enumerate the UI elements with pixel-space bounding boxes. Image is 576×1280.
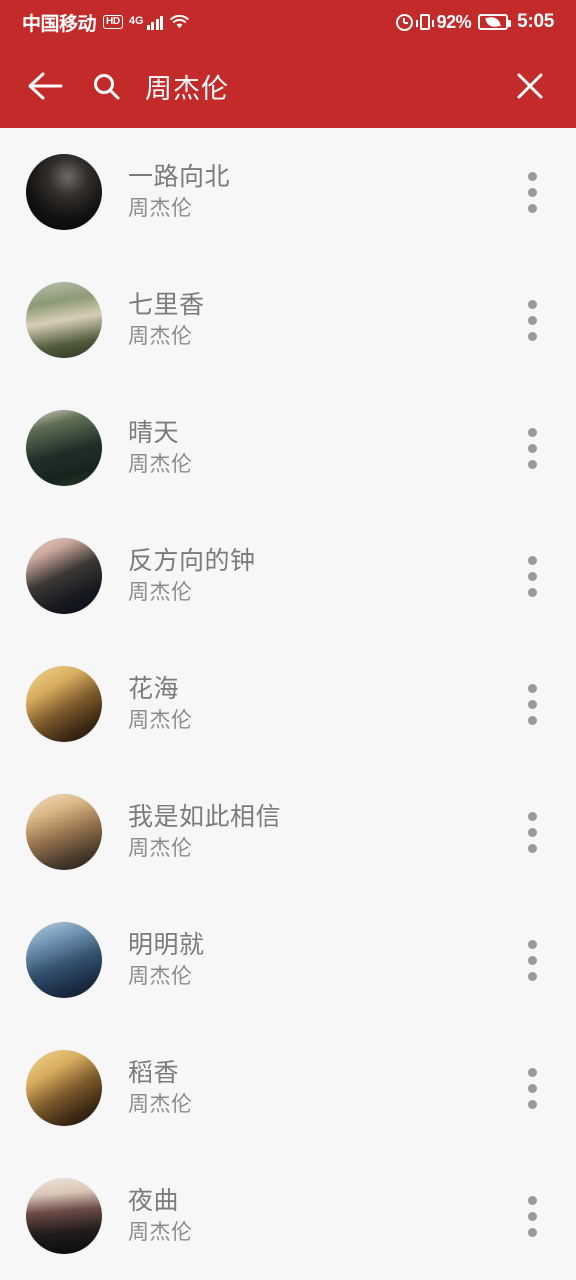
song-result-row[interactable]: 一路向北 周杰伦: [0, 128, 576, 256]
album-cover-image: [26, 794, 102, 870]
song-artist: 周杰伦: [128, 197, 193, 220]
alarm-clock-icon: [395, 13, 413, 31]
song-artist: 周杰伦: [128, 837, 193, 860]
more-options-icon[interactable]: [508, 930, 556, 990]
song-title: 晴天: [128, 419, 180, 447]
search-icon: [94, 73, 120, 99]
back-arrow-icon: [28, 72, 63, 100]
song-meta: 反方向的钟 周杰伦: [128, 546, 508, 606]
song-meta: 晴天 周杰伦: [128, 418, 508, 478]
more-options-icon[interactable]: [508, 1186, 556, 1246]
song-title: 夜曲: [128, 1187, 180, 1215]
song-meta: 夜曲 周杰伦: [128, 1186, 508, 1246]
song-result-row[interactable]: 夜曲 周杰伦: [0, 1152, 576, 1280]
more-options-icon[interactable]: [508, 1058, 556, 1118]
album-cover-image: [26, 1178, 102, 1254]
song-meta: 一路向北 周杰伦: [128, 162, 508, 222]
status-bar-right: 92% 5:05: [395, 11, 554, 33]
search-app-bar: 周杰伦: [0, 44, 576, 128]
battery-percent-label: 92%: [436, 11, 472, 32]
album-cover-image: [26, 1050, 102, 1126]
song-meta: 稻香 周杰伦: [128, 1058, 508, 1118]
battery-saver-icon: [478, 14, 512, 30]
network-type-label: 4G: [128, 14, 144, 27]
song-title: 反方向的钟: [128, 547, 256, 575]
back-button[interactable]: [14, 54, 78, 118]
song-result-row[interactable]: 晴天 周杰伦: [0, 384, 576, 512]
more-options-icon[interactable]: [508, 162, 556, 222]
song-artist: 周杰伦: [128, 965, 193, 988]
more-options-icon[interactable]: [508, 418, 556, 478]
song-meta: 我是如此相信 周杰伦: [128, 802, 508, 862]
album-cover-image: [26, 410, 102, 486]
carrier-label: 中国移动: [22, 13, 97, 35]
song-meta: 花海 周杰伦: [128, 674, 508, 734]
search-results-list[interactable]: 一路向北 周杰伦 七里香 周杰伦 晴天 周杰伦 反方向的钟 周杰伦 花海 周杰伦 我是如此相信 周杰伦…: [0, 128, 576, 1280]
more-options-icon[interactable]: [508, 546, 556, 606]
song-title: 七里香: [128, 291, 205, 319]
clock-label: 5:05: [517, 11, 554, 32]
song-artist: 周杰伦: [128, 581, 193, 604]
song-artist: 周杰伦: [128, 1221, 193, 1244]
search-query-text: 周杰伦: [145, 73, 229, 104]
song-result-row[interactable]: 我是如此相信 周杰伦: [0, 768, 576, 896]
album-cover-image: [26, 666, 102, 742]
album-cover-image: [26, 538, 102, 614]
more-options-icon[interactable]: [508, 290, 556, 350]
song-title: 花海: [128, 675, 180, 703]
search-field[interactable]: 周杰伦: [92, 67, 498, 106]
wifi-icon: [170, 14, 189, 30]
status-bar-left: 中国移动 HD 4G: [22, 9, 189, 36]
signal-bars-icon: [146, 15, 164, 30]
song-result-row[interactable]: 花海 周杰伦: [0, 640, 576, 768]
status-bar: 中国移动 HD 4G 92% 5:05: [0, 0, 576, 44]
song-result-row[interactable]: 明明就 周杰伦: [0, 896, 576, 1024]
album-cover-image: [26, 154, 102, 230]
song-title: 我是如此相信: [128, 803, 282, 831]
close-icon: [517, 73, 543, 99]
album-cover-image: [26, 282, 102, 358]
song-title: 明明就: [128, 931, 205, 959]
song-meta: 明明就 周杰伦: [128, 930, 508, 990]
song-artist: 周杰伦: [128, 325, 193, 348]
song-artist: 周杰伦: [128, 453, 193, 476]
song-title: 一路向北: [128, 163, 231, 191]
more-options-icon[interactable]: [508, 802, 556, 862]
song-result-row[interactable]: 稻香 周杰伦: [0, 1024, 576, 1152]
song-meta: 七里香 周杰伦: [128, 290, 508, 350]
song-result-row[interactable]: 七里香 周杰伦: [0, 256, 576, 384]
song-artist: 周杰伦: [128, 709, 193, 732]
song-title: 稻香: [128, 1059, 180, 1087]
more-options-icon[interactable]: [508, 674, 556, 734]
vibrate-icon: [415, 14, 434, 30]
app-screen: 中国移动 HD 4G 92% 5:05 周杰伦 一路向北 周杰伦 七里香 周杰伦…: [0, 0, 576, 1280]
album-cover-image: [26, 922, 102, 998]
song-result-row[interactable]: 反方向的钟 周杰伦: [0, 512, 576, 640]
song-artist: 周杰伦: [128, 1093, 193, 1116]
hd-badge-icon: HD: [103, 15, 123, 29]
clear-search-button[interactable]: [498, 54, 562, 118]
